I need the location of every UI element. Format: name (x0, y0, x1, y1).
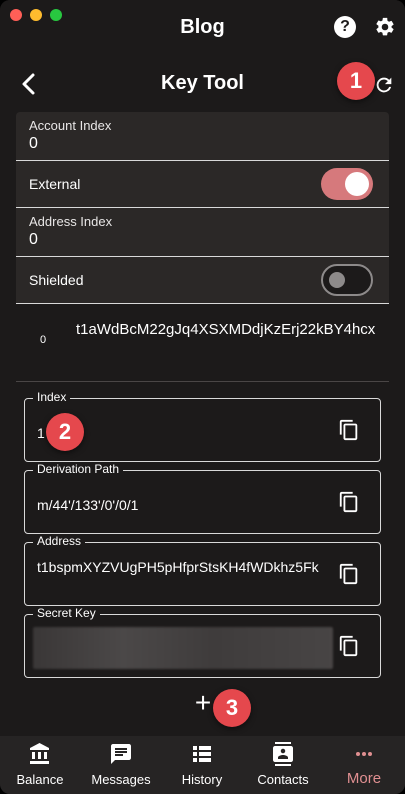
external-label: External (29, 176, 81, 192)
copy-icon[interactable] (338, 418, 360, 442)
nav-messages[interactable]: Messages (81, 742, 161, 787)
address-index-value[interactable]: 0 (29, 231, 38, 249)
address-output-value: t1bspmXYZVUgPH5pHfprStsKH4fWDkhz5Fk (37, 559, 319, 575)
address-output-label: Address (33, 534, 86, 548)
nav-contacts-label: Contacts (257, 772, 309, 787)
copy-icon[interactable] (338, 490, 360, 514)
derivation-path-label: Derivation Path (33, 462, 124, 476)
nav-messages-label: Messages (91, 772, 151, 787)
derivation-path-field: Derivation Path m/44'/133'/0'/0/1 (24, 462, 381, 534)
nav-more[interactable]: More (324, 742, 404, 787)
address-row-index: 0 (40, 334, 47, 346)
annotation-badge: 3 (213, 689, 251, 727)
account-index-label: Account Index (29, 118, 112, 133)
nav-history-label: History (181, 772, 223, 787)
nav-history[interactable]: History (162, 742, 242, 787)
refresh-icon[interactable] (373, 74, 395, 96)
add-button[interactable]: + (190, 689, 216, 717)
list-icon (193, 746, 211, 762)
index-output-label: Index (33, 390, 71, 404)
address-output-field: Address t1bspmXYZVUgPH5pHfprStsKH4fWDkhz… (24, 534, 381, 606)
gear-icon[interactable] (374, 16, 396, 38)
more-icon (356, 752, 372, 756)
bottom-nav: Balance Messages History Contacts More (0, 736, 405, 794)
section-divider (16, 381, 389, 382)
index-output-value: 1 (37, 425, 45, 441)
nav-contacts[interactable]: Contacts (243, 742, 323, 787)
divider (16, 303, 389, 304)
nav-balance-label: Balance (16, 772, 64, 787)
account-index-field[interactable]: Account Index 0 (16, 112, 389, 160)
shielded-row: Shielded (16, 257, 389, 303)
address-row-value[interactable]: t1aWdBcM22gJq4XSXMDdjKzErj22kBY4hcx (76, 320, 376, 340)
bank-icon (30, 743, 49, 764)
external-toggle[interactable] (321, 168, 373, 200)
copy-icon[interactable] (338, 634, 360, 658)
message-icon (111, 744, 131, 764)
nav-more-label: More (346, 770, 382, 787)
shielded-label: Shielded (29, 272, 84, 288)
shielded-toggle[interactable] (321, 264, 373, 296)
annotation-badge: 2 (46, 413, 84, 451)
secret-key-field: Secret Key (24, 606, 381, 678)
annotation-badge: 1 (337, 62, 375, 100)
derivation-path-value: m/44'/133'/0'/0/1 (37, 497, 139, 513)
app-window: Blog ? Key Tool Account Index 0 External… (0, 0, 405, 794)
title-bar: Blog ? (0, 0, 405, 56)
contacts-icon (273, 742, 293, 766)
help-icon[interactable]: ? (334, 16, 356, 38)
address-index-field[interactable]: Address Index 0 (16, 208, 389, 256)
account-index-value[interactable]: 0 (29, 135, 38, 153)
nav-balance[interactable]: Balance (0, 742, 80, 787)
secret-key-label: Secret Key (33, 606, 100, 620)
toggle-knob (345, 172, 369, 196)
external-row: External (16, 161, 389, 207)
toggle-knob (329, 272, 345, 288)
address-index-label: Address Index (29, 214, 113, 229)
copy-icon[interactable] (338, 562, 360, 586)
secret-key-redacted (33, 627, 333, 669)
